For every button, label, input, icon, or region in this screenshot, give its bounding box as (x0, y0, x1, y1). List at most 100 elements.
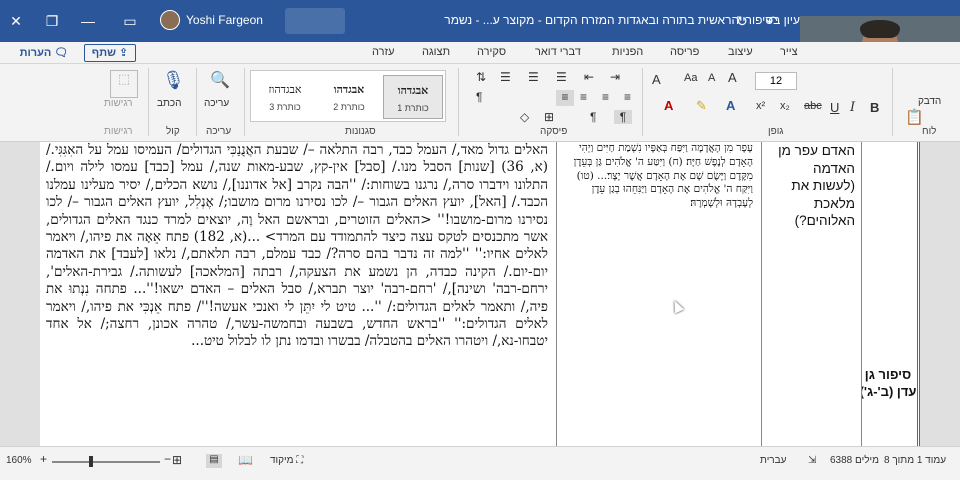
sort-icon[interactable]: ⇅ (476, 70, 486, 84)
divider (196, 68, 197, 136)
editing-button-label[interactable]: עריכה (204, 98, 229, 109)
microphone-icon[interactable]: 🎙 (162, 70, 185, 96)
zoom-out-icon[interactable]: − (164, 452, 171, 466)
divider (244, 68, 245, 136)
dictate-button-label[interactable]: הכתב (157, 98, 181, 109)
style-sample: אבגדהו (333, 83, 365, 96)
undo-icon[interactable]: ↶ (760, 10, 784, 32)
borders-icon[interactable]: ⊞ (544, 110, 554, 124)
bold-icon[interactable]: B (870, 100, 879, 115)
style-name: כותרת 2 (333, 102, 365, 112)
paragraph-group-label: פיסקה (540, 126, 568, 137)
tab-design[interactable]: עיצוב (728, 46, 753, 58)
language-indicator[interactable]: עברית (760, 455, 786, 466)
paste-icon[interactable]: 📋 (905, 108, 924, 126)
share-label: שתף (91, 47, 116, 59)
document-page[interactable]: האלים גדול מאד,/ העמל כבד, רבה התלאה –/ … (40, 142, 920, 446)
font-size-select[interactable]: 12 (755, 72, 797, 90)
align-justify-icon[interactable]: ≡ (556, 90, 574, 106)
close-icon[interactable]: ✕ (4, 10, 28, 32)
section-title: סיפור גן עדן (ב'-ג') (862, 367, 917, 399)
superscript-icon[interactable]: x² (756, 100, 765, 112)
align-left-icon[interactable]: ≡ (580, 90, 587, 104)
paste-button-label[interactable]: הדבק (918, 96, 941, 107)
search-box[interactable] (285, 8, 345, 34)
show-marks-icon[interactable]: ¶ (476, 90, 482, 104)
share-button[interactable]: שתף ⇪ (84, 44, 136, 62)
focus-mode[interactable]: מיקוד ⛶ (270, 455, 303, 466)
main-text: האלים גדול מאד,/ העמל כבד, רבה התלאה –/ … (46, 142, 548, 350)
numbering-icon[interactable]: ☰ (528, 70, 539, 84)
tab-view[interactable]: תצוגה (422, 46, 450, 58)
ribbon-tabs: הערות 🗨 שתף ⇪ עזרה תצוגה סקירה דברי דואר… (0, 42, 960, 64)
divider (458, 68, 459, 136)
document-area[interactable]: האלים גדול מאד,/ העמל כבד, רבה התלאה –/ … (0, 142, 960, 446)
web-layout-icon[interactable]: ⊞ (172, 453, 182, 467)
ribbon: ⬚ רגישות רגישות 🎙 הכתב קול 🔍 עריכה עריכה… (0, 64, 960, 142)
accessibility-icon[interactable]: ⇲ (808, 455, 816, 466)
shading-icon[interactable]: ◇ (520, 110, 529, 124)
zoom-level[interactable]: 160% (6, 455, 32, 466)
question-column[interactable]: האדם עפר מן האדמה (לעשות את מלאכת האלוהי… (762, 142, 862, 446)
page-count[interactable]: עמוד 1 מתוך 8 (884, 455, 946, 466)
sensitivity-button-label[interactable]: רגישות (104, 98, 132, 109)
font-color-icon[interactable]: A (664, 98, 673, 113)
tab-review[interactable]: סקירה (477, 46, 506, 58)
comments-button[interactable]: הערות 🗨 (12, 44, 76, 62)
search-icon[interactable]: 🔍 (208, 70, 232, 96)
grow-font-icon[interactable]: A (728, 70, 737, 85)
redo-icon[interactable]: ↻ (730, 10, 754, 32)
divider (148, 68, 149, 136)
style-name: כותרת 3 (269, 102, 301, 112)
main-text-column[interactable]: האלים גדול מאד,/ העמל כבד, רבה התלאה –/ … (40, 142, 556, 446)
bullets-icon[interactable]: ☰ (500, 70, 511, 84)
decrease-indent-icon[interactable]: ⇤ (584, 70, 594, 84)
italic-icon[interactable]: I (850, 100, 855, 115)
style-heading-2[interactable]: אבגדהו כותרת 2 (319, 75, 379, 119)
increase-indent-icon[interactable]: ⇥ (610, 70, 620, 84)
tab-draw[interactable]: צייר (780, 46, 798, 58)
strikethrough-icon[interactable]: abc (804, 100, 822, 112)
tab-mailings[interactable]: דברי דואר (535, 46, 581, 58)
text-effects-icon[interactable]: A (726, 98, 735, 113)
tab-help[interactable]: עזרה (372, 46, 394, 58)
avatar (160, 10, 180, 30)
word-count[interactable]: 6388 מילים (830, 455, 879, 466)
side-column[interactable]: סיפור גן עדן (ב'-ג') (862, 142, 920, 446)
zoom-slider[interactable] (52, 461, 160, 463)
zoom-slider-thumb[interactable] (88, 456, 93, 467)
style-heading-1[interactable]: אבגדהו כותרת 1 (383, 75, 443, 119)
sensitivity-icon[interactable]: ⬚ (110, 70, 138, 98)
divider (642, 68, 643, 136)
read-mode-icon[interactable]: 📖 (238, 453, 253, 467)
align-right-icon[interactable]: ≡ (624, 90, 631, 104)
shrink-font-icon[interactable]: A (708, 72, 715, 84)
print-layout-icon[interactable]: ▤ (206, 454, 222, 468)
tab-layout[interactable]: פריסה (670, 46, 699, 58)
ltr-direction-icon[interactable]: ¶ (590, 110, 596, 124)
tab-references[interactable]: הפניות (612, 46, 643, 58)
verse-column[interactable]: עָפָר מִן הָאֲדָמָה וַיִּפַּח בְּאַפָּיו… (556, 142, 762, 446)
underline-icon[interactable]: U (830, 100, 839, 115)
user-account[interactable]: Yoshi Fargeon (160, 10, 263, 30)
rtl-direction-icon[interactable]: ¶ (614, 110, 632, 124)
subscript-icon[interactable]: x₂ (780, 100, 790, 112)
status-bar: 160% + − ⊞ ▤ 📖 מיקוד ⛶ עברית ⇲ 6388 מילי… (0, 446, 960, 480)
change-case-icon[interactable]: Aa (684, 72, 697, 84)
verse-text: עָפָר מִן הָאֲדָמָה וַיִּפַּח בְּאַפָּיו… (573, 142, 753, 210)
presenter-hair (860, 20, 900, 38)
question-text: האדם עפר מן האדמה (לעשות את מלאכת האלוהי… (778, 143, 855, 228)
font-group-label: גופן (768, 126, 784, 137)
clear-formatting-icon[interactable]: A (652, 72, 661, 87)
restore-icon[interactable]: ❐ (40, 10, 64, 32)
highlight-icon[interactable]: ✎ (696, 98, 707, 114)
editing-group-label: עריכה (206, 126, 232, 137)
zoom-in-icon[interactable]: + (40, 452, 47, 466)
ribbon-display-icon[interactable]: ▭ (118, 10, 142, 32)
style-heading-3[interactable]: אבגדהוז כותרת 3 (255, 75, 315, 119)
minimize-icon[interactable]: — (76, 10, 100, 32)
style-name: כותרת 1 (397, 103, 429, 113)
divider (892, 68, 893, 136)
align-center-icon[interactable]: ≡ (602, 90, 609, 104)
multilevel-list-icon[interactable]: ☰ (556, 70, 567, 84)
